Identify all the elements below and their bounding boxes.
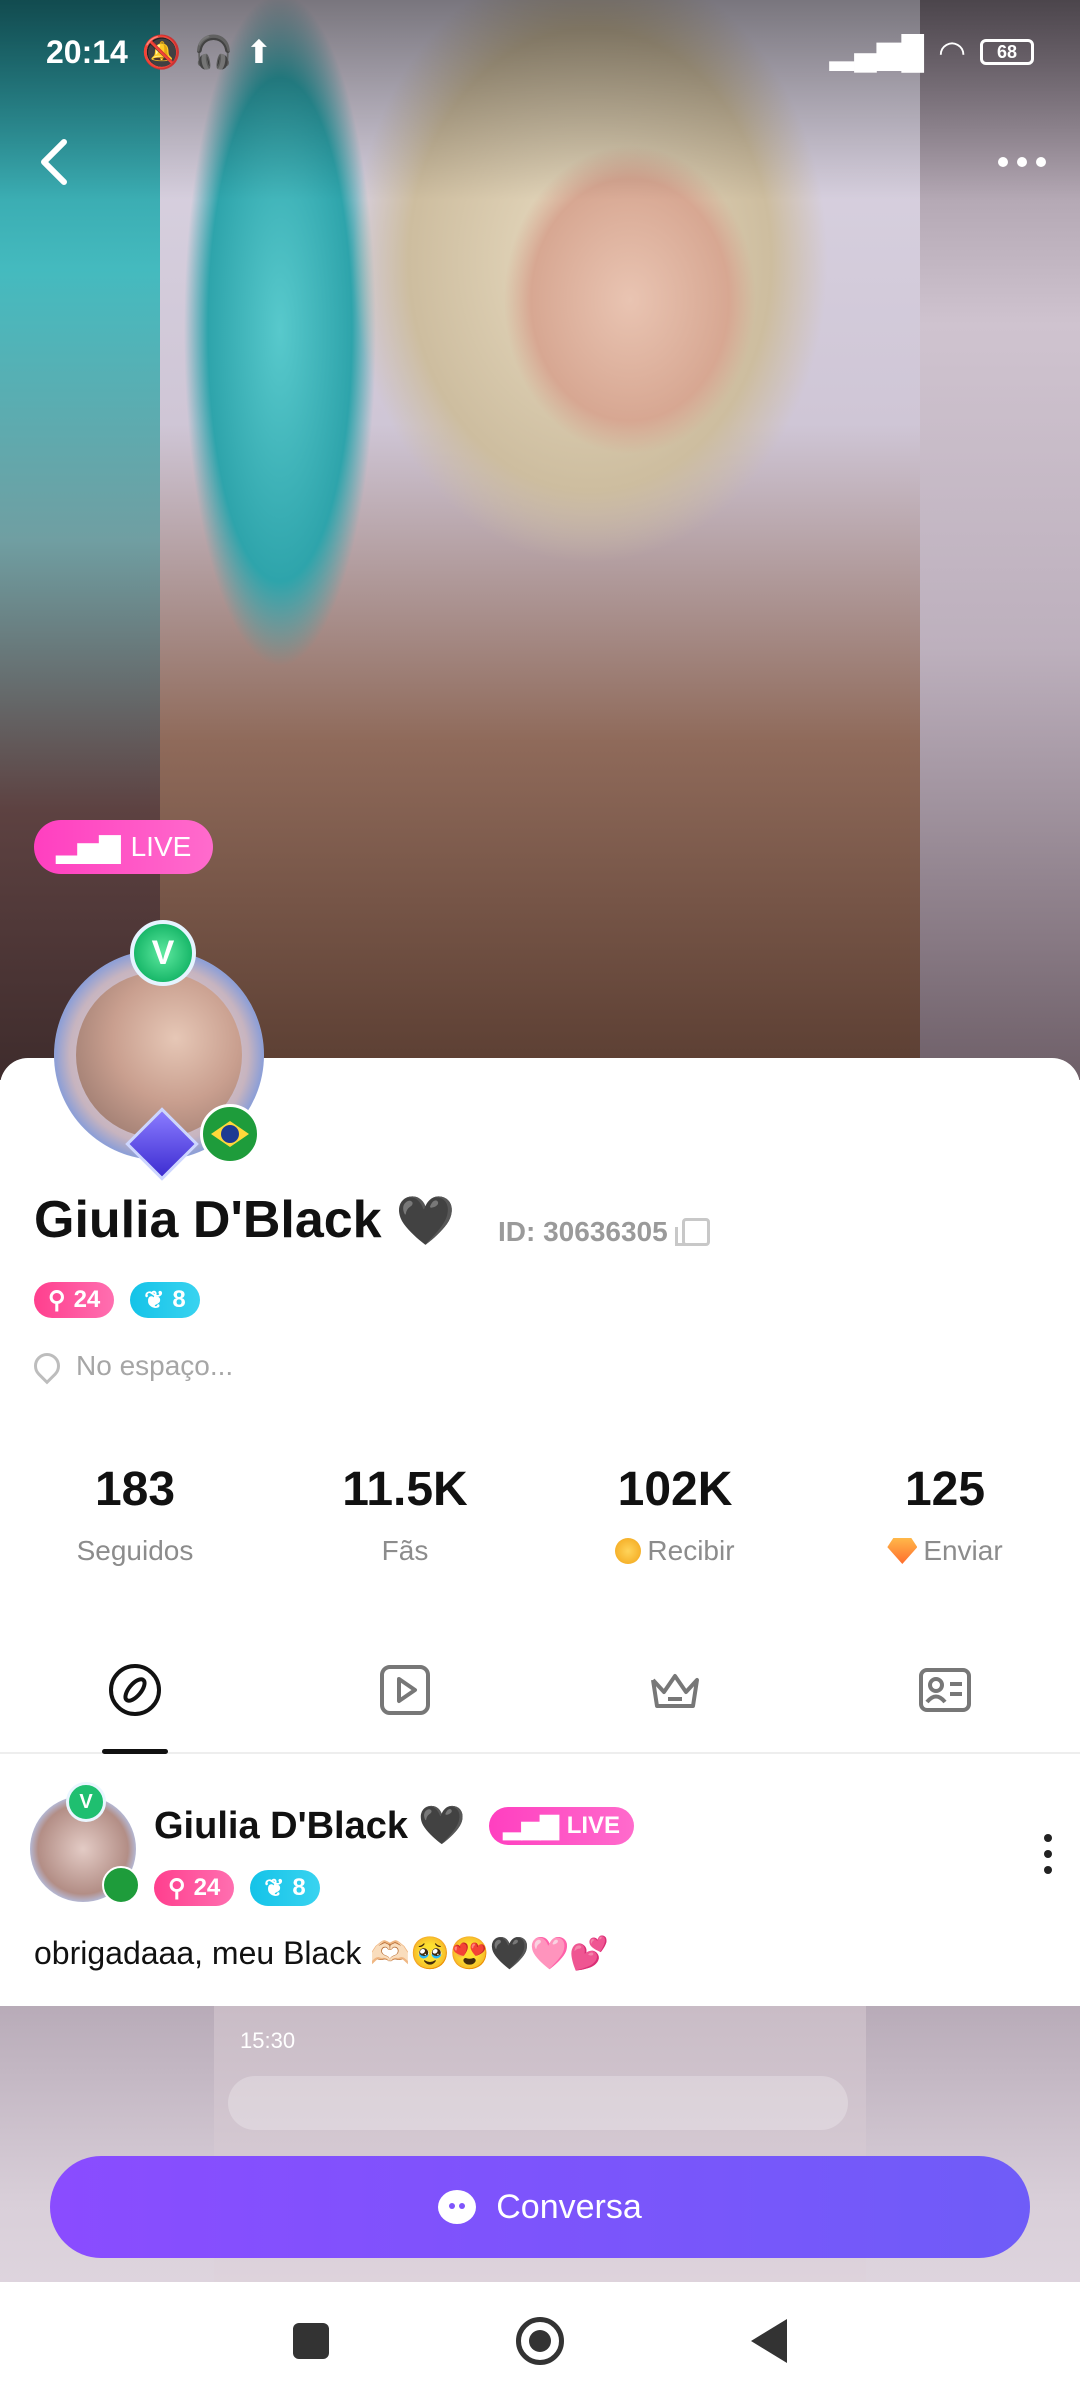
more-dot (1036, 157, 1046, 167)
plant-badge: ❦ 8 (250, 1870, 320, 1906)
live-badge[interactable]: ▂▅▇ LIVE (34, 820, 214, 874)
profile-name-text: Giulia D'Black (34, 1191, 382, 1249)
tab-videos[interactable] (270, 1662, 540, 1752)
profile-badges: ⚲ 24 ❦ 8 (34, 1282, 200, 1318)
upload-icon: ⬆ (245, 34, 273, 70)
vip-badge-icon: V (66, 1782, 106, 1822)
copy-icon[interactable] (674, 1218, 710, 1246)
user-id-text: ID: 30636305 (498, 1216, 668, 1247)
level-icon: ⚲ (48, 1286, 66, 1314)
profile-tabs (0, 1662, 1080, 1754)
back-button[interactable] (30, 132, 80, 192)
crown-icon (651, 1674, 699, 1708)
tab-rank[interactable] (540, 1662, 810, 1752)
mute-icon: 🔕 (141, 34, 182, 70)
post-badges: ⚲ 24 ❦ 8 (154, 1870, 320, 1906)
tab-moments[interactable] (0, 1662, 270, 1754)
kebab-dot (1044, 1866, 1052, 1874)
profile-name: Giulia D'Black 🖤 (34, 1190, 455, 1250)
diamond-icon (887, 1538, 918, 1564)
explore-icon (109, 1664, 161, 1716)
coin-icon (615, 1538, 642, 1564)
live-bars-icon: ▂▅▇ (503, 1812, 559, 1840)
sprout-icon: ❦ (264, 1874, 285, 1902)
chevron-left-icon (41, 139, 67, 185)
plant-badge: ❦ 8 (130, 1282, 200, 1318)
more-options-button[interactable] (998, 150, 1054, 174)
recents-button[interactable] (293, 2323, 330, 2359)
level-icon: ⚲ (168, 1874, 186, 1902)
stat-following[interactable]: 183 Seguidos (0, 1462, 270, 1567)
post-avatar[interactable]: V (20, 1782, 148, 1910)
stat-fans[interactable]: 11.5K Fãs (270, 1462, 540, 1567)
post-screenshot-time: 15:30 (240, 2028, 296, 2053)
black-heart-icon: 🖤 (395, 1194, 456, 1248)
signal-icon: ▂▄▆█ (829, 34, 925, 70)
post-menu-button[interactable] (1044, 1834, 1056, 1874)
stat-sent[interactable]: 125 Enviar (810, 1462, 1080, 1567)
video-icon (380, 1665, 430, 1715)
tab-info[interactable] (810, 1662, 1080, 1752)
post-text: obrigadaaa, meu Black 🫶🏻🥹😍🖤🩷💕 (34, 1935, 610, 1971)
chat-bubble-icon (438, 2190, 477, 2224)
avatar[interactable]: V (24, 920, 294, 1190)
live-label: LIVE (130, 831, 192, 862)
headset-icon: 🎧 (193, 34, 234, 70)
system-back-button[interactable] (750, 2319, 787, 2363)
status-bar: 20:14 🔕 🎧 ⬆ ▂▄▆█ ◠ 68 (46, 26, 1034, 78)
more-dot (998, 157, 1008, 167)
brazil-flag-icon (102, 1866, 140, 1904)
location-pin-icon (28, 1347, 66, 1385)
more-dot (1017, 157, 1027, 167)
level-badge: ⚲ 24 (34, 1282, 115, 1318)
location: No espaço... (28, 1347, 234, 1385)
brazil-flag-icon (200, 1104, 260, 1164)
post-screenshot-bar (228, 2076, 848, 2130)
home-button[interactable] (515, 2317, 564, 2365)
status-time: 20:14 (46, 33, 128, 70)
level-badge: ⚲ 24 (154, 1870, 235, 1906)
battery-icon: 68 (980, 39, 1034, 65)
post-live-badge[interactable]: ▂▅▇ LIVE (489, 1807, 635, 1845)
stat-received[interactable]: 102K Recibir (540, 1462, 810, 1567)
location-text: No espaço... (76, 1350, 234, 1381)
chat-button[interactable]: Conversa (50, 2156, 1030, 2258)
user-id[interactable]: ID: 30636305 (498, 1216, 710, 1248)
kebab-dot (1044, 1834, 1052, 1842)
vip-badge-icon: V (130, 920, 196, 986)
wifi-icon: ◠ (938, 34, 966, 70)
live-bars-icon: ▂▅▇ (56, 831, 121, 863)
cover-photo (0, 0, 1080, 1080)
system-nav-bar (0, 2282, 1080, 2400)
chat-button-label: Conversa (496, 2187, 642, 2226)
kebab-dot (1044, 1850, 1052, 1858)
sprout-icon: ❦ (144, 1286, 165, 1314)
black-heart-icon: 🖤 (418, 1805, 466, 1847)
profile-card-icon (919, 1668, 971, 1712)
stats-row: 183 Seguidos 11.5K Fãs 102K Recibir 125 … (0, 1462, 1080, 1567)
post-author[interactable]: Giulia D'Black 🖤 ▂▅▇ LIVE (154, 1804, 635, 1848)
